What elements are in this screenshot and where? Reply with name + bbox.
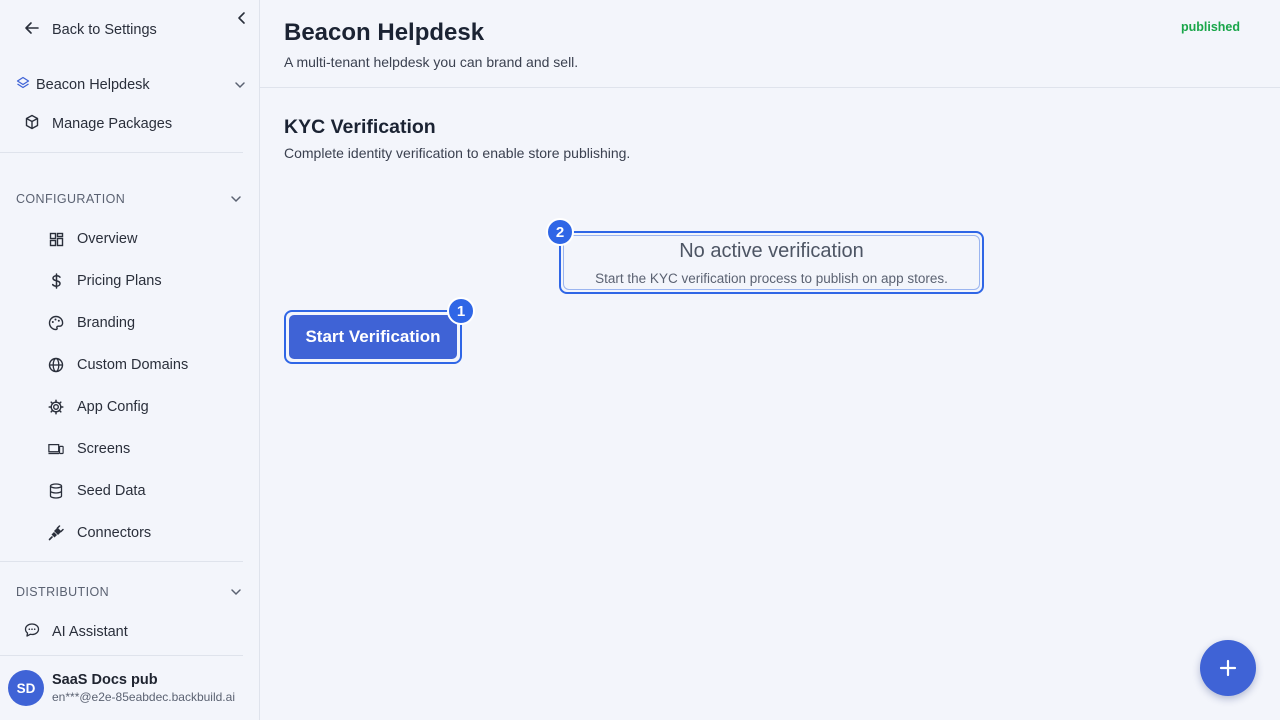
sidebar-item-custom-domains[interactable]: Custom Domains	[48, 354, 188, 376]
sidebar-item-label: Pricing Plans	[77, 273, 162, 289]
devices-icon	[48, 441, 64, 457]
dollar-icon	[48, 273, 64, 289]
sidebar-item-label: Seed Data	[77, 483, 146, 499]
sidebar-divider	[0, 655, 243, 656]
status-badge: published	[1180, 20, 1240, 34]
sidebar-item-label: Connectors	[77, 525, 152, 541]
page-subtitle: A multi-tenant helpdesk you can brand an…	[284, 54, 579, 70]
empty-state-card: No active verification Start the KYC ver…	[559, 231, 984, 294]
avatar: SD	[8, 670, 44, 706]
user-profile[interactable]: SD SaaS Docs pub en***@e2e-85eabdec.back…	[8, 668, 235, 708]
back-to-settings-label: Back to Settings	[52, 22, 157, 38]
chevron-left-icon	[238, 12, 245, 24]
ai-assistant-link[interactable]: AI Assistant	[24, 621, 128, 643]
empty-state-title: No active verification	[679, 240, 864, 262]
page-header: Beacon Helpdesk A multi-tenant helpdesk …	[260, 0, 1280, 88]
chevron-down-icon	[234, 77, 246, 93]
sidebar: Back to Settings Beacon Helpdesk Manage …	[0, 0, 260, 720]
grid-icon	[48, 231, 64, 247]
chevron-down-icon	[230, 585, 242, 599]
manage-packages-link[interactable]: Manage Packages	[24, 113, 172, 135]
user-email: en***@e2e-85eabdec.backbuild.ai	[52, 690, 235, 704]
sidebar-item-seed-data[interactable]: Seed Data	[48, 480, 146, 502]
chat-bubble-icon	[24, 622, 40, 642]
configuration-heading: CONFIGURATION	[16, 192, 126, 206]
app-selector[interactable]: Beacon Helpdesk	[16, 74, 246, 96]
sidebar-item-app-config[interactable]: App Config	[48, 396, 149, 418]
layers-icon	[16, 76, 30, 94]
empty-state-description: Start the KYC verification process to pu…	[595, 271, 948, 286]
sidebar-item-pricing-plans[interactable]: Pricing Plans	[48, 270, 162, 292]
kyc-section-subtitle: Complete identity verification to enable…	[284, 145, 631, 161]
sidebar-item-connectors[interactable]: Connectors	[48, 522, 151, 544]
manage-packages-label: Manage Packages	[52, 116, 173, 132]
sidebar-item-label: Overview	[77, 231, 138, 247]
gear-icon	[48, 399, 64, 415]
sidebar-item-branding[interactable]: Branding	[48, 312, 135, 334]
collapse-sidebar-button[interactable]	[234, 10, 250, 26]
ai-assistant-label: AI Assistant	[52, 624, 128, 640]
kyc-section-title: KYC Verification	[284, 116, 436, 138]
sidebar-item-label: Screens	[77, 441, 131, 457]
distribution-section-toggle[interactable]: DISTRIBUTION	[16, 583, 242, 601]
back-to-settings-link[interactable]: Back to Settings	[24, 20, 157, 40]
start-verification-button[interactable]: Start Verification	[284, 310, 462, 364]
globe-icon	[48, 357, 64, 373]
plug-icon	[48, 525, 64, 541]
sidebar-item-label: Custom Domains	[77, 357, 189, 373]
app-selector-label: Beacon Helpdesk	[36, 77, 150, 93]
sidebar-item-label: Branding	[77, 315, 136, 331]
annotation-marker-2: 2	[546, 218, 574, 246]
package-icon	[24, 114, 40, 134]
palette-icon	[48, 315, 64, 331]
annotation-marker-1: 1	[447, 297, 475, 325]
database-icon	[48, 483, 64, 499]
page-title: Beacon Helpdesk	[284, 19, 485, 46]
plus-icon	[1219, 659, 1237, 677]
arrow-left-icon	[24, 21, 39, 39]
sidebar-divider	[0, 561, 243, 562]
start-verification-label: Start Verification	[289, 315, 457, 359]
sidebar-item-label: App Config	[77, 399, 149, 415]
chevron-down-icon	[230, 192, 242, 206]
distribution-heading: DISTRIBUTION	[16, 585, 109, 599]
configuration-section-toggle[interactable]: CONFIGURATION	[16, 190, 242, 208]
sidebar-divider	[0, 152, 243, 153]
sidebar-item-overview[interactable]: Overview	[48, 228, 137, 250]
sidebar-item-screens[interactable]: Screens	[48, 438, 130, 460]
user-name: SaaS Docs pub	[52, 672, 158, 688]
add-fab-button[interactable]	[1200, 640, 1256, 696]
